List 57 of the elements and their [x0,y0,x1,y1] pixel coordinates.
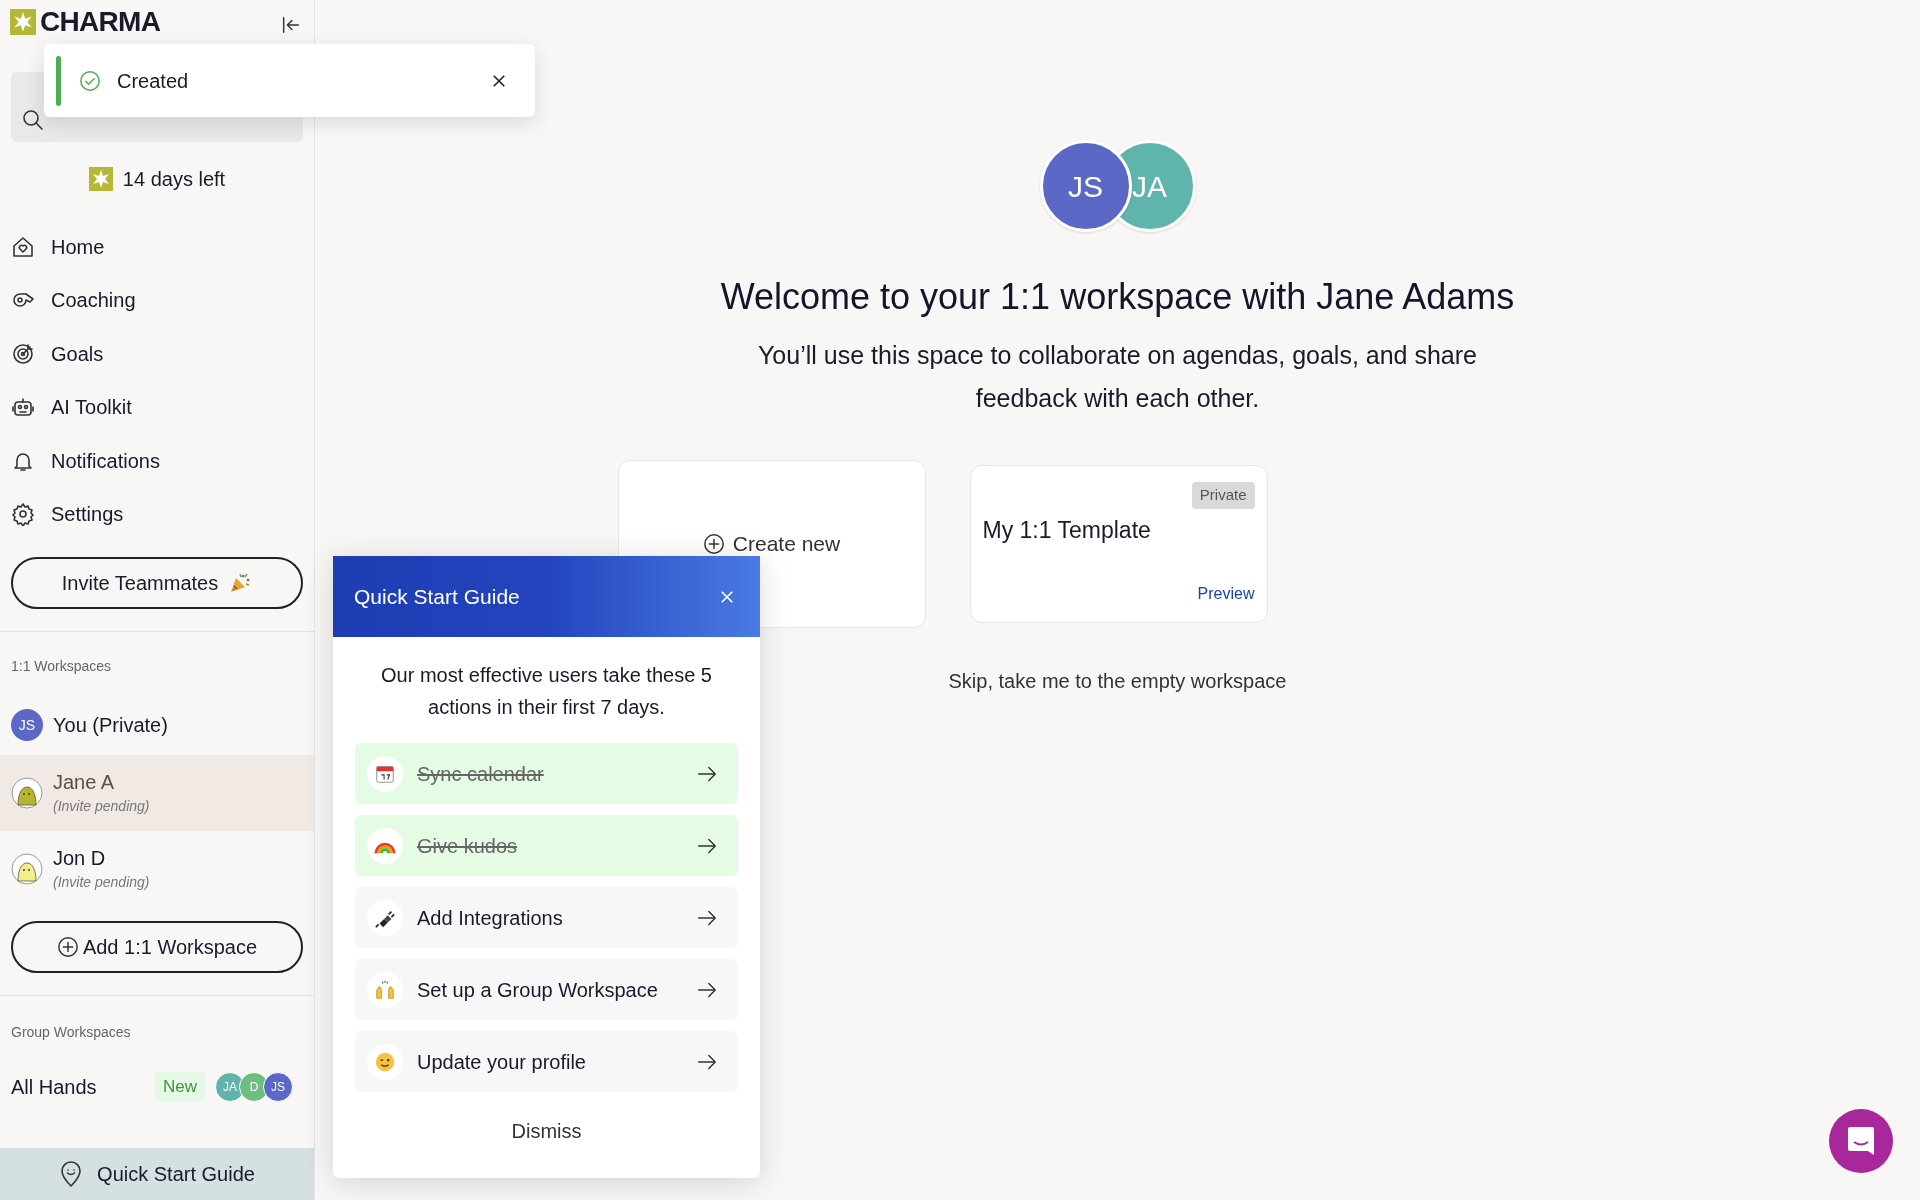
avatar: JS [11,709,43,741]
dismiss-button[interactable]: Dismiss [511,1116,582,1146]
target-icon [11,341,35,366]
workspace-name: You (Private) [53,713,168,738]
avatar: JS [1039,140,1132,232]
logo-icon [88,167,113,191]
guide-step[interactable]: Sync calendar [355,743,738,804]
template-card[interactable]: Private My 1:1 Template Preview [969,465,1268,623]
search-icon [21,108,45,132]
invite-status: (Invite pending) [53,873,150,892]
preview-link[interactable]: Preview [1197,582,1255,606]
welcome-title: Welcome to your 1:1 workspace with Jane Adams [720,275,1515,319]
winking-face-icon [374,1050,396,1073]
invite-teammates-button[interactable]: Invite Teammates [11,557,303,609]
map-pin-smile-icon [59,1160,84,1188]
guide-step[interactable]: Update your profile [355,1031,738,1092]
avatar: JS [263,1072,293,1102]
nav-item[interactable]: Notifications [0,434,314,488]
collapse-icon [280,14,302,36]
section-heading: 1:1 Workspaces [10,657,113,676]
nav-item[interactable]: Goals [0,327,314,381]
section-heading: Group Workspaces [10,1023,132,1042]
welcome-subtitle: You’ll use this space to collaborate on agendas, goals, and share feedback with each other. [757,340,1478,414]
group-workspace-item[interactable]: All Hands New JA D JS [0,1057,314,1117]
guide-step[interactable]: Add Integrations [355,887,738,948]
logo-text: CHARMA [40,8,161,36]
template-title: My 1:1 Template [982,515,1152,545]
guide-title: Quick Start Guide [354,583,520,610]
workspace-name: Jane A [53,770,116,795]
skip-link[interactable]: Skip, take me to the empty workspace [948,666,1287,696]
nav-item[interactable]: Home [0,220,314,274]
toast-message: Created [117,68,190,94]
plus-circle-icon [702,533,725,555]
workspace-name: All Hands [11,1075,98,1100]
quick-start-guide-button[interactable]: Quick Start Guide [0,1148,314,1200]
workspace-name: Jon D [53,846,107,871]
guide-step[interactable]: Give kudos [355,815,738,876]
settings-icon [11,502,35,527]
workspace-item[interactable]: Jane A (Invite pending) [0,755,314,831]
nav-item[interactable]: Coaching [0,273,314,327]
check-circle-icon [79,69,101,92]
add-workspace-button[interactable]: Add 1:1 Workspace [11,921,303,973]
invite-status: (Invite pending) [53,797,150,816]
workspace-item[interactable]: JS You (Private) [0,695,314,755]
logo-icon [10,9,36,35]
guide-intro: Our most effective users take these 5 actions in their first 7 days. [380,663,713,720]
workspace-item[interactable]: Jon D (Invite pending) [0,831,314,907]
new-badge: New [155,1072,205,1102]
nav-item[interactable]: Settings [0,487,314,541]
private-badge: Private [1191,482,1255,509]
plus-circle-icon [56,936,79,958]
guide-step[interactable]: Set up a Group Workspace [355,959,738,1020]
home-icon [11,234,35,259]
raised-hands-icon [374,978,396,1001]
nav-item[interactable]: AI Toolkit [0,380,314,434]
chat-icon [1846,1125,1876,1157]
trial-days-left: 14 days left [122,167,226,192]
